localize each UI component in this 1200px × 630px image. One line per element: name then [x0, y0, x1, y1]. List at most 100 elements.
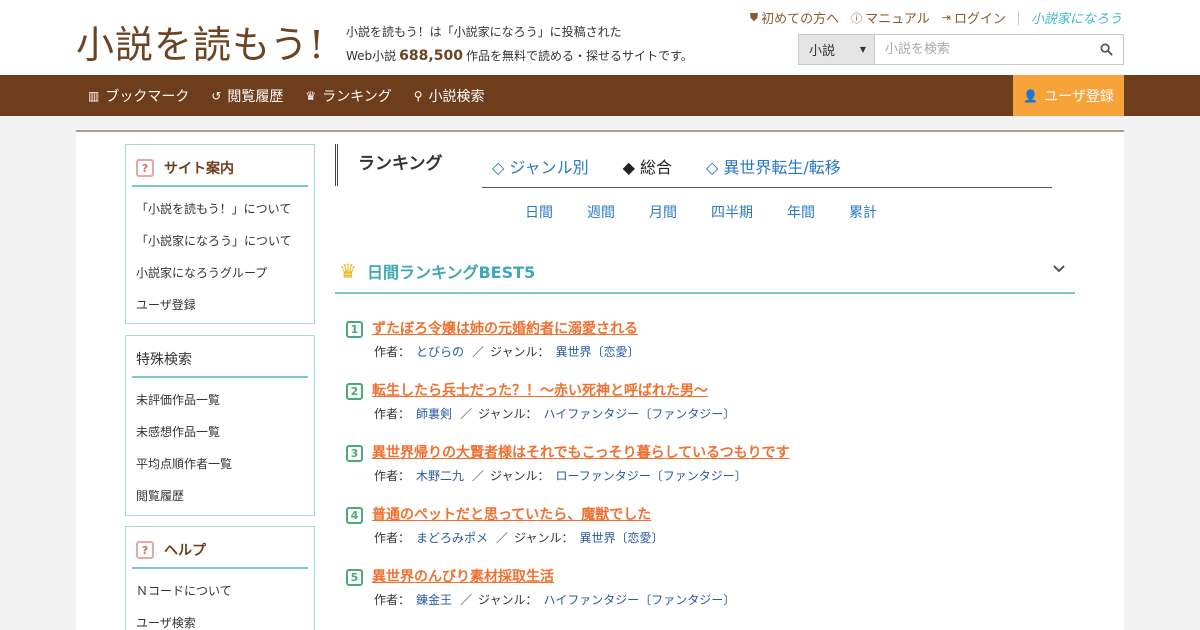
special-search-list: 未評価作品一覧 未感想作品一覧 平均点順作者一覧 閲覧履歴: [126, 378, 314, 516]
novel-meta: 作者： まどろみポメ ／ ジャンル： 異世界〔恋愛〕: [374, 529, 663, 546]
bookshelf-icon: ▥: [88, 88, 100, 103]
slash: ／: [460, 593, 473, 607]
rank-number-icon: 2: [346, 383, 363, 400]
period-yearly[interactable]: 年間: [787, 202, 815, 222]
best5-title: 日間ランキングBEST5: [366, 263, 536, 282]
special-search-box: 特殊検索 未評価作品一覧 未感想作品一覧 平均点順作者一覧 閲覧履歴: [125, 335, 315, 516]
novel-meta: 作者： 師裏剣 ／ ジャンル： ハイファンタジー〔ファンタジー〕: [374, 405, 735, 422]
genre-link[interactable]: ローファンタジー〔ファンタジー〕: [555, 469, 746, 483]
chevron-down-icon[interactable]: [1053, 262, 1065, 276]
special-search-heading: 特殊検索: [132, 342, 308, 378]
ranking-tabs: ◇ ジャンル別 ◆ 総合 ◇ 異世界転生/転移: [482, 144, 1052, 188]
nav-bookmark[interactable]: ▥ ブックマーク: [88, 86, 189, 106]
genre-label: ジャンル：: [514, 531, 574, 545]
period-monthly[interactable]: 月間: [649, 202, 677, 222]
novel-meta: 作者： 木野二九 ／ ジャンル： ローファンタジー〔ファンタジー〕: [374, 467, 747, 484]
site-guide-heading: ? サイト案内: [132, 151, 308, 187]
site-tagline: 小説を読もう！は「小説家になろう」に投稿された Web小説 688,500 作品を無…: [346, 20, 693, 68]
sidebar-item-ncode[interactable]: Ｎコードについて: [126, 575, 314, 607]
genre-label: ジャンル：: [478, 593, 538, 607]
search-category-select[interactable]: 小説 ▼: [799, 35, 875, 64]
novel-title-link[interactable]: ずたぼろ令嬢は姉の元婚約者に溺愛される: [372, 318, 638, 338]
ranking-list: 1 ずたぼろ令嬢は姉の元婚約者に溺愛される 作者： とびらの ／ ジャンル： 異世界〔恋…: [344, 318, 1064, 628]
help-list: Ｎコードについて ユーザ検索: [126, 569, 314, 630]
slash: ／: [472, 345, 485, 359]
period-quarterly[interactable]: 四半期: [711, 202, 753, 222]
period-daily[interactable]: 日間: [525, 202, 553, 222]
genre-link[interactable]: ハイファンタジー〔ファンタジー〕: [543, 593, 735, 607]
sidebar-item-about-narou[interactable]: 「小説家になろう」について: [126, 225, 314, 257]
period-links: 日間 週間 月間 四半期 年間 累計: [525, 202, 911, 222]
nav-items: ▥ ブックマーク ↺ 閲覧履歴 ♛ ランキング ⚲ 小説検索: [88, 75, 507, 116]
list-item: 4 普通のペットだと思っていたら、魔獣でした 作者： まどろみポメ ／ ジャンル： 異世…: [344, 504, 1064, 566]
slash: ／: [472, 469, 485, 483]
rank-number-icon: 3: [346, 445, 363, 462]
author-link[interactable]: とびらの: [416, 345, 464, 359]
tab-genre[interactable]: ◇ ジャンル別: [492, 154, 589, 178]
period-weekly[interactable]: 週間: [587, 202, 615, 222]
ranking-header: ランキング: [335, 144, 443, 186]
sidebar-item-about-yomou[interactable]: 「小説を読もう！」について: [126, 193, 314, 225]
search-bar: 小説 ▼: [798, 34, 1124, 65]
novel-title-link[interactable]: 普通のペットだと思っていたら、魔獣でした: [372, 504, 651, 524]
sidebar-item-narou-group[interactable]: 小説家になろうグループ: [126, 257, 314, 289]
author-link[interactable]: 木野二九: [416, 469, 464, 483]
genre-link[interactable]: 異世界〔恋愛〕: [555, 345, 639, 359]
genre-link[interactable]: ハイファンタジー〔ファンタジー〕: [543, 407, 735, 421]
genre-link[interactable]: 異世界〔恋愛〕: [579, 531, 663, 545]
author-label: 作者：: [374, 531, 411, 545]
tab-isekai[interactable]: ◇ 異世界転生/転移: [706, 154, 841, 178]
list-item: 1 ずたぼろ令嬢は姉の元婚約者に溺愛される 作者： とびらの ／ ジャンル： 異世界〔恋…: [344, 318, 1064, 380]
register-button[interactable]: 👤 ユーザ登録: [1013, 75, 1124, 116]
sidebar-item-unrated[interactable]: 未評価作品一覧: [126, 384, 314, 416]
author-link[interactable]: 師裏剣: [416, 407, 452, 421]
novel-count: 688,500: [399, 48, 463, 64]
list-item: 3 異世界帰りの大賢者様はそれでもこっそり暮らしているつもりです 作者： 木野二九…: [344, 442, 1064, 504]
manual-link[interactable]: ⓘ マニュアル: [851, 8, 930, 28]
tagline-line2: Web小説 688,500 作品を無料で読める・探せるサイトです。: [346, 44, 693, 68]
help-heading: ? ヘルプ: [132, 533, 308, 569]
crown-icon: ♛: [339, 259, 357, 283]
period-cumulative[interactable]: 累計: [849, 202, 877, 222]
novel-title-link[interactable]: 転生したら兵士だった？！～赤い死神と呼ばれた男～: [372, 380, 708, 400]
nav-history[interactable]: ↺ 閲覧履歴: [211, 86, 283, 106]
genre-label: ジャンル：: [478, 407, 538, 421]
author-label: 作者：: [374, 593, 411, 607]
nav-ranking[interactable]: ♛ ランキング: [305, 86, 391, 106]
sidebar-item-no-review[interactable]: 未感想作品一覧: [126, 416, 314, 448]
login-icon: ⇥: [941, 11, 951, 24]
list-item: 2 転生したら兵士だった？！～赤い死神と呼ばれた男～ 作者： 師裏剣 ／ ジャンル： ハ…: [344, 380, 1064, 442]
novel-meta: 作者： 錬金王 ／ ジャンル： ハイファンタジー〔ファンタジー〕: [374, 591, 735, 608]
author-link[interactable]: 錬金王: [416, 593, 452, 607]
author-label: 作者：: [374, 345, 411, 359]
ranking-title: ランキング: [358, 154, 443, 174]
sidebar-item-history[interactable]: 閲覧履歴: [126, 480, 314, 512]
novel-title-link[interactable]: 異世界帰りの大賢者様はそれでもこっそり暮らしているつもりです: [372, 442, 790, 462]
tab-overall[interactable]: ◆ 総合: [623, 154, 672, 178]
site-logo[interactable]: 小説を読もう!: [76, 14, 325, 69]
slash: ／: [496, 531, 509, 545]
login-link[interactable]: ⇥ ログイン: [942, 8, 1006, 27]
header-links: ⛊ 初めての方へ ⓘ マニュアル ⇥ ログイン 小説家になろう: [738, 8, 1122, 27]
novel-title-link[interactable]: 異世界のんびり素材採取生活: [372, 566, 554, 586]
main-container: ? サイト案内 「小説を読もう！」について 「小説家になろう」について 小説家にな…: [76, 130, 1124, 630]
best5-heading[interactable]: ♛ 日間ランキングBEST5: [335, 250, 1075, 294]
rank-number-icon: 1: [346, 321, 363, 338]
sidebar-item-user-search[interactable]: ユーザ検索: [126, 607, 314, 630]
author-link[interactable]: まどろみポメ: [416, 531, 488, 545]
first-time-link[interactable]: ⛊ 初めての方へ: [750, 8, 839, 28]
narou-brand-link[interactable]: 小説家になろう: [1031, 8, 1122, 27]
search-input[interactable]: [875, 35, 1089, 64]
sidebar-item-user-register[interactable]: ユーザ登録: [126, 289, 314, 321]
search-icon: [1100, 43, 1113, 56]
search-icon: ⚲: [413, 88, 423, 103]
list-item: 5 異世界のんびり素材採取生活 作者： 錬金王 ／ ジャンル： ハイファンタジー〔ファン…: [344, 566, 1064, 628]
header-divider: [1017, 10, 1019, 25]
nav-search[interactable]: ⚲ 小説検索: [414, 86, 485, 106]
tagline-line1: 小説を読もう！は「小説家になろう」に投稿された: [346, 25, 622, 39]
sidebar-item-avg-authors[interactable]: 平均点順作者一覧: [126, 448, 314, 480]
crown-icon: ♛: [305, 88, 317, 103]
search-button[interactable]: [1089, 35, 1123, 64]
author-label: 作者：: [374, 407, 411, 421]
rank-number-icon: 5: [346, 569, 363, 586]
